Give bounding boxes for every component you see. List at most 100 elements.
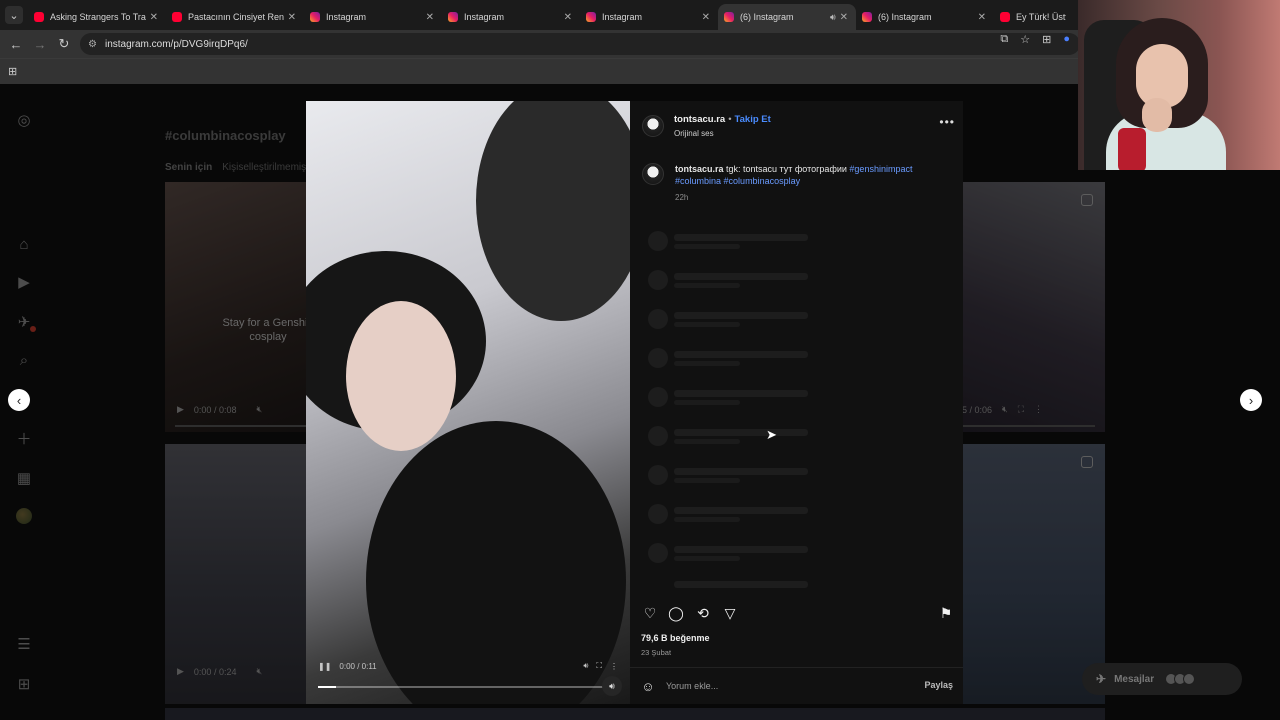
repost-icon[interactable]: ⟲ xyxy=(693,603,713,623)
next-post-button[interactable]: › xyxy=(1240,389,1262,411)
bookmark-star-icon[interactable]: ☆ xyxy=(1020,33,1030,46)
youtube-icon xyxy=(1000,12,1010,22)
hashtag-link[interactable]: #columbina xyxy=(675,176,721,186)
comment-skeleton xyxy=(648,309,928,333)
post-comment-button[interactable]: Paylaş xyxy=(924,680,953,690)
close-icon[interactable]: ✕ xyxy=(150,12,158,23)
url-text: instagram.com/p/DVG9irqDPq6/ xyxy=(104,38,248,50)
mute-button[interactable]: 🔊︎ xyxy=(602,676,622,696)
youtube-icon xyxy=(172,12,182,22)
caption-username[interactable]: tontsacu.ra xyxy=(675,164,724,174)
browser-tab[interactable]: (6) Instagram ✕ xyxy=(856,4,994,30)
browser-tab-active[interactable]: (6) Instagram 🔊︎ ✕ xyxy=(718,4,856,30)
author-avatar[interactable] xyxy=(642,115,664,137)
browser-tab[interactable]: Pastacının Cinsiyet Rengi ✕ xyxy=(166,4,304,30)
volume-icon[interactable]: 🔊︎ xyxy=(583,661,588,671)
video-progress-bar[interactable] xyxy=(318,686,618,688)
instagram-icon xyxy=(862,12,872,22)
video-frame-decoration xyxy=(346,301,456,451)
webcam-person-hand xyxy=(1142,98,1172,132)
messages-button[interactable]: ✈︎ Mesajlar xyxy=(1082,663,1242,695)
video-frame-decoration xyxy=(476,101,630,321)
follow-button[interactable]: Takip Et xyxy=(735,114,771,125)
messages-avatars xyxy=(1165,673,1196,685)
author-username[interactable]: tontsacu.ra xyxy=(674,114,725,125)
video-controls: ❚❚ 0:00 / 0:11 🔊︎ ⛶ ⋮ xyxy=(318,661,618,671)
close-icon[interactable]: ✕ xyxy=(978,12,986,23)
browser-tab[interactable]: Ey Türk! Üstte ma xyxy=(994,4,1074,30)
tab-label: (6) Instagram xyxy=(740,12,794,22)
audio-label[interactable]: Orijinal ses xyxy=(674,129,714,138)
caption-timestamp: 22h xyxy=(675,193,689,202)
speaker-icon[interactable]: 🔊︎ xyxy=(830,12,836,23)
extension-icon[interactable]: ⊞ xyxy=(1042,33,1051,46)
instagram-icon xyxy=(310,12,320,22)
close-icon[interactable]: ✕ xyxy=(564,12,572,23)
tab-label: Pastacının Cinsiyet Rengi xyxy=(188,12,284,22)
webcam-overlay xyxy=(1078,0,1280,170)
post-video[interactable]: ❚❚ 0:00 / 0:11 🔊︎ ⛶ ⋮ 🔊︎ xyxy=(306,101,630,704)
chevron-left-icon: ‹ xyxy=(16,392,22,408)
youtube-icon xyxy=(34,12,44,22)
tab-search-button[interactable]: ⌄ xyxy=(0,0,28,30)
comment-skeleton xyxy=(648,578,928,588)
video-time: 0:00 / 0:11 xyxy=(339,661,377,671)
install-app-icon[interactable]: ⧉ xyxy=(1000,33,1008,46)
more-icon[interactable]: ⋮ xyxy=(610,662,618,671)
post-caption: tontsacu.ra tgk: tontsacu тут фотографии… xyxy=(675,163,945,187)
address-bar[interactable]: ⚙︎ instagram.com/p/DVG9irqDPq6/ xyxy=(80,33,1080,55)
instagram-icon xyxy=(586,12,596,22)
caption-avatar[interactable] xyxy=(642,163,664,185)
comment-skeleton xyxy=(648,270,928,294)
fullscreen-icon[interactable]: ⛶ xyxy=(596,661,602,671)
comment-skeleton xyxy=(648,387,928,411)
post-sidebar: tontsacu.ra • Takip Et Orijinal ses ••• to… xyxy=(630,101,963,704)
webcam-microphone xyxy=(1118,128,1146,170)
share-icon[interactable]: ▽ xyxy=(720,603,740,623)
chevron-right-icon: › xyxy=(1248,392,1254,408)
tab-label: Ey Türk! Üstte ma xyxy=(1016,12,1066,22)
browser-tab[interactable]: Instagram ✕ xyxy=(442,4,580,30)
instagram-icon xyxy=(724,12,734,22)
close-icon[interactable]: ✕ xyxy=(426,12,434,23)
mouse-cursor-icon: ➤ xyxy=(766,427,777,442)
like-count[interactable]: 79,6 B beğenme xyxy=(641,633,710,643)
comment-skeleton xyxy=(648,426,928,450)
comment-icon[interactable]: ◯ xyxy=(666,603,686,623)
like-icon[interactable]: ♡ xyxy=(640,603,660,623)
close-icon[interactable]: ✕ xyxy=(840,12,848,23)
save-icon[interactable]: ⚑ xyxy=(936,603,956,623)
instagram-page: ◎ ⌂ ▶︎ ✈︎ ⌕ ♡ ＋ ▦ ☰ ⊞ #columbinacosplay … xyxy=(0,84,1280,720)
browser-tab[interactable]: Instagram ✕ xyxy=(304,4,442,30)
caption-text: tgk: tontsacu тут фотографии xyxy=(726,164,847,174)
back-arrow-icon[interactable]: ← xyxy=(4,30,28,58)
post-actions: ♡ ◯ ⟲ ▽ ⚑ xyxy=(640,603,954,623)
comment-skeleton xyxy=(648,465,928,489)
forward-arrow-icon[interactable]: → xyxy=(28,30,52,58)
post-modal: ❚❚ 0:00 / 0:11 🔊︎ ⛶ ⋮ 🔊︎ tontsacu.ra • Tak… xyxy=(306,101,963,704)
site-settings-icon[interactable]: ⚙︎ xyxy=(88,39,97,50)
apps-grid-icon[interactable]: ⊞ xyxy=(8,65,17,78)
comment-input[interactable] xyxy=(666,678,886,694)
tab-label: Asking Strangers To Trans xyxy=(50,12,146,22)
messages-icon: ✈︎ xyxy=(1096,672,1107,686)
close-icon[interactable]: ✕ xyxy=(702,12,710,23)
reload-icon[interactable]: ↻ xyxy=(52,30,76,58)
pause-icon[interactable]: ❚❚ xyxy=(318,662,331,671)
browser-tab[interactable]: Instagram ✕ xyxy=(580,4,718,30)
comment-skeleton xyxy=(648,231,928,255)
previous-post-button[interactable]: ‹ xyxy=(8,389,30,411)
comment-skeleton xyxy=(648,348,928,372)
browser-tab[interactable]: Asking Strangers To Trans ✕ xyxy=(28,4,166,30)
tab-label: (6) Instagram xyxy=(878,12,932,22)
hashtag-link[interactable]: #columbinacosplay xyxy=(724,176,801,186)
hashtag-link[interactable]: #genshinimpact xyxy=(849,164,912,174)
tab-label: Instagram xyxy=(602,12,643,22)
emoji-icon[interactable]: ☺ xyxy=(640,678,656,694)
close-icon[interactable]: ✕ xyxy=(288,12,296,23)
post-date: 23 Şubat xyxy=(641,648,672,657)
more-options-icon[interactable]: ••• xyxy=(939,115,955,129)
profile-icon[interactable]: ● xyxy=(1063,33,1070,46)
comment-skeleton xyxy=(648,543,928,567)
tab-label: Instagram xyxy=(326,12,367,22)
